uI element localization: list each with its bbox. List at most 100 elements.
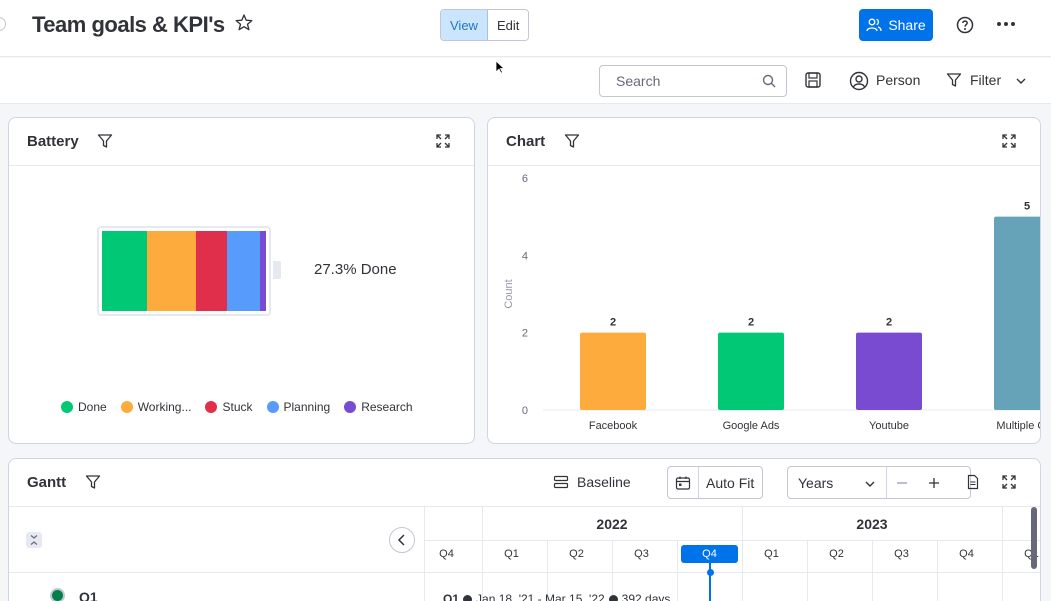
legend-dot: [344, 401, 357, 413]
export-file-icon[interactable]: [965, 474, 981, 490]
today-marker: [706, 569, 714, 576]
gantt-bar-text: Jan 18, '21 - Mar 15, '22: [476, 592, 605, 601]
group-color-dot[interactable]: [50, 588, 65, 601]
legend-dot: [205, 401, 218, 413]
divider: [9, 572, 424, 573]
horizontal-scrollbar[interactable]: [1031, 507, 1037, 569]
search-box[interactable]: [599, 65, 787, 97]
group-label[interactable]: Q1: [79, 589, 98, 601]
save-icon[interactable]: [804, 71, 822, 89]
edit-button[interactable]: Edit: [487, 10, 529, 40]
filter-label[interactable]: Filter: [970, 72, 1001, 88]
users-icon: [866, 18, 882, 32]
quarter-label: Q2: [829, 548, 844, 560]
legend-dot: [61, 401, 73, 413]
auto-fit-button[interactable]: Auto Fit: [667, 466, 763, 499]
data-label: 2: [610, 317, 616, 329]
person-filter-label[interactable]: Person: [876, 72, 920, 88]
search-icon: [762, 74, 776, 88]
legend-item[interactable]: Planning: [266, 400, 331, 414]
quarter-label: Q4: [959, 548, 974, 560]
divider: [677, 541, 678, 601]
milestone-dot: [463, 594, 473, 601]
filter-icon[interactable]: [946, 72, 962, 88]
quarter-label: Q3: [634, 548, 649, 560]
search-input[interactable]: [616, 73, 756, 89]
x-tick-label: Multiple Cha: [996, 420, 1041, 432]
collapse-pane-button[interactable]: [389, 527, 415, 553]
milestone-dot: [608, 594, 618, 601]
battery-widget-header: Battery: [9, 118, 474, 166]
help-icon[interactable]: [955, 15, 975, 35]
legend-item[interactable]: Done: [61, 400, 107, 414]
legend-label: Research: [361, 400, 413, 414]
legend-dot: [120, 401, 133, 413]
star-icon[interactable]: [234, 13, 254, 33]
chevron-down-icon[interactable]: [864, 478, 876, 490]
chevron-down-icon[interactable]: [1015, 75, 1027, 87]
legend-item[interactable]: Research: [344, 400, 413, 414]
divider: [742, 507, 743, 540]
battery-legend: Done Working... Stuck Planning Research: [61, 400, 413, 414]
chevron-left-icon: [397, 534, 405, 546]
bar: [580, 332, 646, 410]
divider: [698, 467, 699, 498]
person-icon[interactable]: [849, 71, 869, 91]
data-label: 5: [1024, 201, 1030, 213]
chart-widget-header: Chart: [488, 118, 1040, 166]
x-tick-label: Google Ads: [723, 420, 780, 432]
battery-segment: [259, 231, 266, 311]
legend-dot: [266, 401, 279, 413]
expand-icon[interactable]: [1001, 474, 1017, 490]
legend-item[interactable]: Working...: [120, 400, 192, 414]
legend-label: Working...: [137, 400, 192, 414]
divider: [482, 507, 483, 540]
calendar-icon: [675, 476, 691, 490]
current-quarter-label: Q4: [681, 545, 738, 563]
baseline-icon[interactable]: [553, 474, 569, 490]
battery-graphic: [97, 226, 271, 316]
more-options-icon[interactable]: [995, 13, 1017, 35]
gantt-bar-label[interactable]: Q1 Jan 18, '21 - Mar 15, '22 392 days: [443, 592, 670, 601]
legend-label: Stuck: [222, 400, 253, 414]
share-button[interactable]: Share: [859, 9, 933, 41]
chart-widget: Chart 0 2 4 6 Count 2 Facebook 2 Google Ads 2 Yout…: [487, 117, 1041, 444]
baseline-button[interactable]: Baseline: [577, 474, 631, 490]
quarter-label: Q1: [504, 548, 519, 560]
expand-icon[interactable]: [1001, 133, 1017, 149]
quarter-label: Q4: [439, 548, 454, 560]
zoom-in-icon[interactable]: [928, 477, 940, 489]
battery-percent-label: 27.3% Done: [314, 261, 397, 278]
bar-chart: 0 2 4 6 Count 2 Facebook 2 Google Ads 2 Youtube 5 Mu…: [503, 173, 1041, 432]
bar: [994, 216, 1040, 410]
view-button[interactable]: View: [441, 10, 488, 40]
filter-icon[interactable]: [564, 133, 580, 149]
auto-fit-label: Auto Fit: [706, 475, 755, 491]
bar: [856, 332, 922, 410]
year-label: 2023: [856, 516, 888, 532]
battery-segment: [227, 231, 260, 311]
filter-icon[interactable]: [85, 474, 101, 490]
y-tick-label: 0: [522, 405, 528, 417]
battery-title: Battery: [27, 133, 79, 150]
mouse-cursor-icon: [495, 60, 505, 74]
gantt-bar-text: Q1: [443, 592, 460, 601]
scale-select[interactable]: Years: [798, 475, 833, 491]
collapse-circle[interactable]: [0, 17, 6, 31]
battery-segment: [102, 231, 147, 311]
zoom-out-icon[interactable]: [896, 477, 908, 489]
expand-icon[interactable]: [435, 133, 451, 149]
battery-widget: Battery 27.3% Done Done Working... Stuck Pl…: [8, 117, 475, 444]
collapse-all-button[interactable]: [26, 532, 42, 548]
legend-item[interactable]: Stuck: [205, 400, 253, 414]
page-title[interactable]: Team goals & KPI's: [32, 12, 225, 38]
legend-label: Planning: [283, 400, 331, 414]
divider: [425, 572, 1040, 573]
y-tick-label: 2: [522, 328, 528, 340]
filter-icon[interactable]: [97, 133, 113, 149]
board-header: Team goals & KPI's View Edit Share: [0, 0, 1051, 57]
battery-segment: [195, 231, 228, 311]
gantt-widget: Gantt Baseline Auto Fit Years Q1 2022 20…: [8, 458, 1041, 601]
gantt-timeline: 20222023Q4Q1Q2Q3Q4Q1Q2Q3Q4Q1Q1Jan 18, '2…: [425, 507, 1040, 601]
bar: [718, 332, 784, 410]
